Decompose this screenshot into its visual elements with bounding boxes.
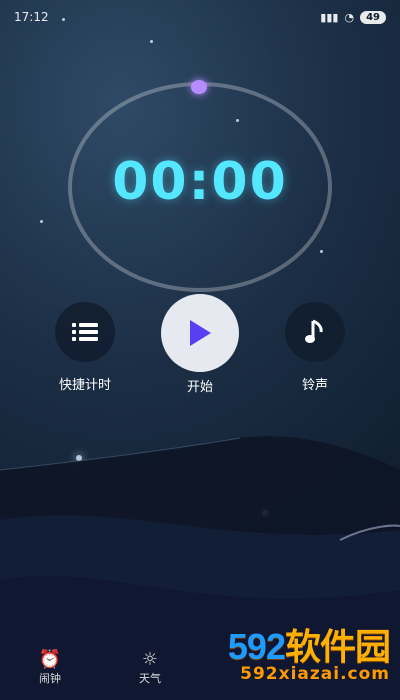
nav-item-weather[interactable]: ☼ 天气 <box>120 650 180 686</box>
start-button[interactable]: 开始 <box>155 294 245 395</box>
start-label: 开始 <box>186 380 213 395</box>
alarm-clock-icon: ⏰ <box>38 649 62 670</box>
play-icon <box>190 320 211 346</box>
nav-item-alarm[interactable]: ⏰ 闹钟 <box>20 650 80 686</box>
status-time: 17:12 <box>14 10 49 24</box>
timer-ring[interactable]: 00:00 <box>68 80 332 292</box>
signal-icon: ▮▮▮ <box>320 10 339 24</box>
status-icons: ▮▮▮ ◔ 49 <box>320 10 386 24</box>
watermark-url: 592xiazai.com <box>240 664 390 684</box>
ringtone-label: 铃声 <box>301 378 328 393</box>
timer-ring-handle[interactable] <box>191 80 207 94</box>
ringtone-button[interactable]: 铃声 <box>270 302 360 393</box>
timer-controls: 快捷计时 开始 铃声 <box>0 294 400 402</box>
timer-display: 00:00 <box>112 152 288 212</box>
battery-indicator: 49 <box>360 10 386 24</box>
music-note-icon <box>305 319 323 343</box>
watermark-logo: 592软件园 <box>227 626 391 667</box>
quick-timer-label: 快捷计时 <box>58 378 111 393</box>
star-icon <box>40 220 43 223</box>
list-icon <box>72 323 98 341</box>
wifi-icon: ◔ <box>344 10 355 24</box>
sun-icon: ☼ <box>141 649 159 670</box>
nav-item-label: 闹钟 <box>39 672 61 685</box>
quick-timer-icon-button[interactable] <box>55 302 115 362</box>
star-icon <box>150 40 153 43</box>
status-bar: 17:12 ▮▮▮ ◔ 49 <box>0 0 400 34</box>
watermark: 592软件园 592xiazai.com <box>195 618 391 684</box>
ringtone-icon-button[interactable] <box>285 302 345 362</box>
play-button[interactable] <box>161 294 239 372</box>
nav-item-label: 天气 <box>139 672 161 685</box>
quick-timer-button[interactable]: 快捷计时 <box>40 302 130 393</box>
